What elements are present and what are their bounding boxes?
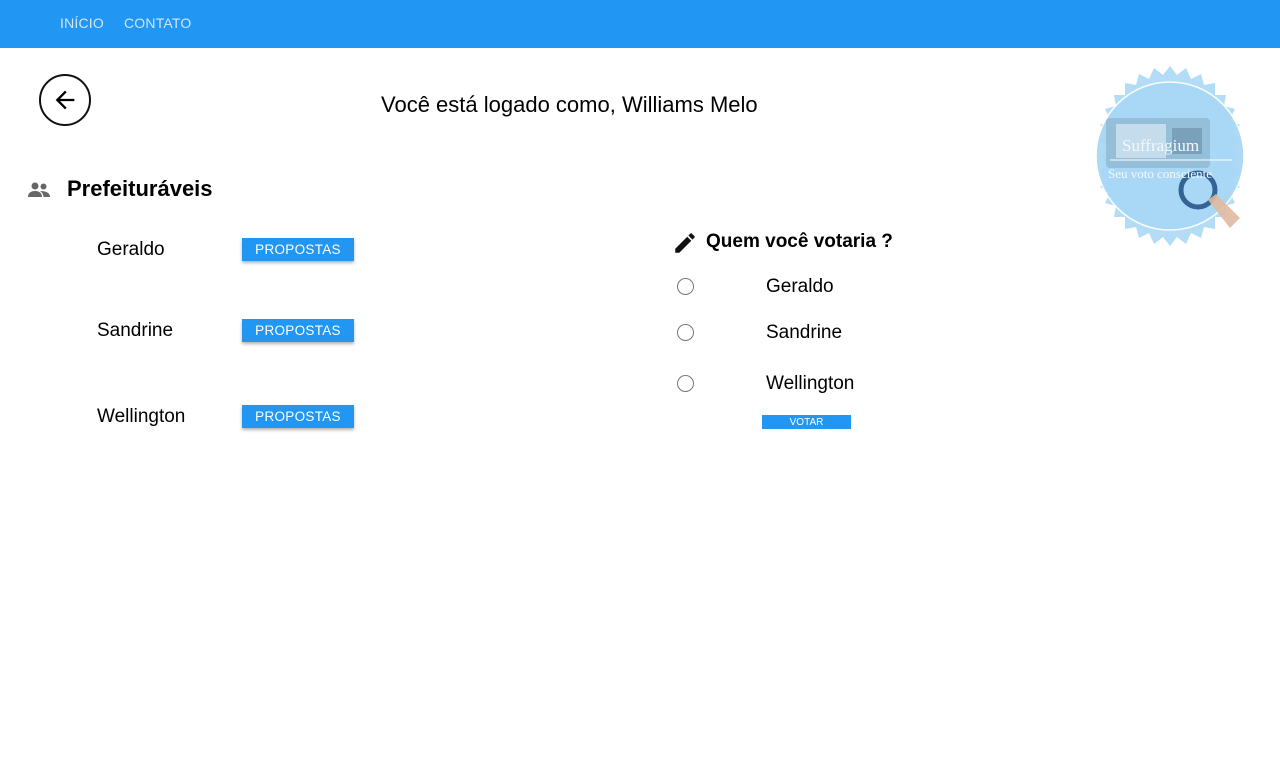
top-navbar: INÍCIO CONTATO	[0, 0, 1280, 48]
vote-question-title: Quem você votaria ?	[706, 231, 893, 252]
nav-link-contato[interactable]: CONTATO	[124, 15, 192, 31]
people-icon	[28, 182, 50, 197]
radio-wellington[interactable]	[677, 375, 694, 392]
logo-tagline: Seu voto consciente	[1108, 166, 1212, 181]
user-name: Williams Melo	[621, 92, 758, 117]
nav-link-inicio[interactable]: INÍCIO	[60, 15, 104, 31]
propostas-button-wellington[interactable]: PROPOSTAS	[242, 405, 354, 428]
votar-button[interactable]: VOTAR	[762, 415, 851, 429]
radio-sandrine[interactable]	[677, 324, 694, 341]
logo-title: Suffragium	[1122, 136, 1200, 155]
radio-label-sandrine[interactable]: Sandrine	[766, 322, 842, 344]
propostas-button-sandrine[interactable]: PROPOSTAS	[242, 319, 354, 342]
pencil-icon	[675, 233, 695, 253]
welcome-prefix: Você está logado como,	[381, 92, 616, 117]
logged-in-message: Você está logado como, Williams Melo	[381, 92, 758, 118]
arrow-left-icon	[55, 90, 75, 110]
candidate-name-sandrine: Sandrine	[97, 320, 174, 341]
candidate-name-wellington: Wellington	[97, 406, 186, 427]
candidate-name-geraldo: Geraldo	[97, 239, 165, 260]
propostas-button-geraldo[interactable]: PROPOSTAS	[242, 238, 354, 261]
suffragium-logo: Suffragium Seu voto consciente	[1080, 66, 1260, 246]
back-button[interactable]	[39, 74, 91, 126]
radio-geraldo[interactable]	[677, 278, 694, 295]
section-title-prefeituraveis: Prefeituráveis	[67, 176, 213, 201]
radio-label-geraldo[interactable]: Geraldo	[766, 276, 834, 298]
radio-label-wellington[interactable]: Wellington	[766, 373, 854, 395]
